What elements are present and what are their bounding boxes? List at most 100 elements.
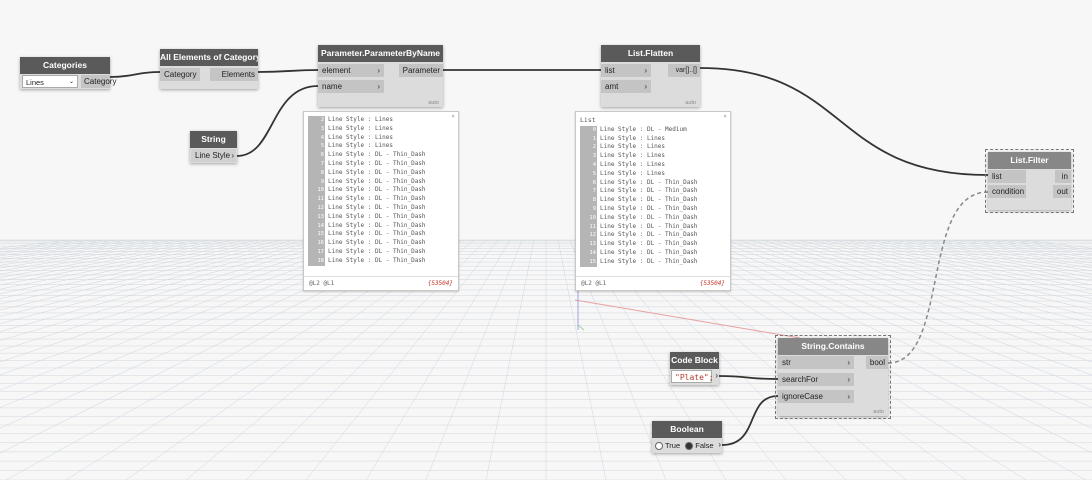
list-header: List [580, 116, 596, 124]
code-block-node[interactable]: Code Block "Plate"; › [670, 352, 719, 385]
list-item[interactable]: 5 Line Style : Lines [308, 142, 452, 152]
output-port-out[interactable]: out [1053, 185, 1071, 198]
list-item[interactable]: 0 Line Style : DL - Medium [580, 125, 724, 135]
list-value: Line Style : DL - Thin_Dash [328, 212, 426, 220]
lacing-label: auto [428, 100, 439, 106]
output-port-parameter[interactable]: Parameter [399, 64, 443, 77]
node-title: List.Flatten [601, 45, 700, 62]
list-index: 14 [580, 248, 597, 258]
input-port-name[interactable]: name › [318, 80, 384, 93]
categories-node[interactable]: Categories Lines ⌄ Category [20, 57, 116, 89]
output-port-category[interactable]: Category [81, 75, 116, 88]
output-port-in[interactable]: in [1055, 170, 1071, 183]
list-item[interactable]: 16 Line Style : DL - Thin_Dash [308, 239, 452, 248]
list-item[interactable]: 11 Line Style : DL - Thin_Dash [580, 222, 724, 232]
input-port-amt[interactable]: amt › [601, 80, 651, 93]
list-index: 15 [580, 257, 597, 267]
input-port-ignorecase[interactable]: ignoreCase › [778, 390, 854, 403]
list-value: Line Style : Lines [328, 142, 394, 150]
wire-bool-to-condition[interactable] [887, 191, 989, 364]
input-port-str[interactable]: str › [778, 356, 854, 369]
list-item[interactable]: 10 Line Style : DL - Thin_Dash [580, 213, 724, 223]
string-node[interactable]: String Line Style › [190, 131, 237, 163]
workspace-canvas[interactable]: Categories Lines ⌄ Category All Elements… [0, 0, 1092, 480]
list-item[interactable]: 14 Line Style : DL - Thin_Dash [580, 248, 724, 258]
string-value: Line Style [195, 151, 231, 160]
wire-codeblock-to-searchfor[interactable] [718, 375, 779, 380]
list-item[interactable]: 4 Line Style : Lines [580, 160, 724, 170]
list-item[interactable]: 1 Line Style : Lines [580, 134, 724, 144]
list-value: Line Style : DL - Thin_Dash [328, 239, 426, 247]
port-label: bool [869, 358, 885, 367]
wire-elements-to-parambyname[interactable] [257, 69, 319, 73]
string-value-field[interactable]: Line Style › [191, 149, 236, 162]
list-levels[interactable]: @L2 @L1 [581, 280, 606, 287]
output-port-bool[interactable]: bool [866, 356, 888, 369]
input-port-element[interactable]: element › [318, 64, 384, 77]
string-contains-node[interactable]: String.Contains str › searchFor › ignore… [775, 335, 891, 419]
chevron-right-icon: › [377, 82, 380, 91]
list-flatten-node[interactable]: List.Flatten list › amt › var[]..[] auto [601, 45, 700, 107]
list-item[interactable]: 6 Line Style : DL - Thin_Dash [308, 151, 452, 160]
list-item[interactable]: 15 Line Style : DL - Thin_Dash [308, 230, 452, 240]
list-item[interactable]: 5 Line Style : Lines [580, 169, 724, 179]
list-item[interactable]: 17 Line Style : DL - Thin_Dash [308, 247, 452, 257]
list-item[interactable]: 2 Line Style : Lines [308, 116, 452, 125]
lacing-label: auto [685, 100, 696, 106]
preview-footer: @L2 @L1 {53504} [304, 276, 458, 290]
list-item[interactable]: 3 Line Style : Lines [308, 124, 452, 134]
list-item[interactable]: 12 Line Style : DL - Thin_Dash [308, 203, 452, 213]
list-item[interactable]: 12 Line Style : DL - Thin_Dash [580, 231, 724, 241]
radio-false[interactable]: False [685, 441, 714, 451]
code-block-editor[interactable]: "Plate"; [671, 370, 714, 383]
list-value: Line Style : DL - Thin_Dash [600, 213, 698, 221]
list-item[interactable]: 4 Line Style : Lines [308, 133, 452, 143]
output-port-elements[interactable]: Elements [210, 68, 258, 81]
parameter-by-name-node[interactable]: Parameter.ParameterByName element › name… [318, 45, 443, 107]
flatten-preview-bubble[interactable]: × List 0 Line Style : DL - Medium 1 Line Sty… [575, 111, 731, 291]
list-item[interactable]: 7 Line Style : DL - Thin_Dash [580, 187, 724, 197]
list-item[interactable]: 18 Line Style : DL - Thin_Dash [308, 256, 452, 266]
list-item[interactable]: 7 Line Style : DL - Thin_Dash [308, 159, 452, 169]
list-item[interactable]: 3 Line Style : Lines [580, 152, 724, 161]
list-item[interactable]: 6 Line Style : DL - Thin_Dash [580, 178, 724, 188]
list-filter-node[interactable]: List.Filter list condition in out [985, 149, 1074, 213]
input-port-list[interactable]: list › [601, 64, 651, 77]
parameter-preview-bubble[interactable]: × 2 Line Style : Lines 3 Line Style : Lines… [303, 111, 459, 291]
list-value: Line Style : DL - Thin_Dash [328, 159, 426, 167]
list-index: 15 [308, 230, 325, 240]
all-elements-of-category-node[interactable]: All Elements of Category Category Elemen… [160, 49, 258, 89]
list-index: 5 [308, 142, 325, 152]
radio-true[interactable]: True [655, 441, 680, 451]
list-index: 18 [308, 256, 325, 266]
list-item[interactable]: 10 Line Style : DL - Thin_Dash [308, 186, 452, 196]
list-item[interactable]: 8 Line Style : DL - Thin_Dash [580, 196, 724, 205]
list-value: Line Style : Lines [328, 116, 394, 123]
input-port-searchfor[interactable]: searchFor › [778, 373, 854, 386]
list-item[interactable]: 8 Line Style : DL - Thin_Dash [308, 168, 452, 178]
list-index: 2 [308, 116, 325, 125]
list-value: Line Style : DL - Thin_Dash [600, 248, 698, 256]
output-port-var[interactable]: var[]..[] [668, 64, 700, 77]
list-item[interactable]: 13 Line Style : DL - Thin_Dash [580, 240, 724, 249]
input-port-condition[interactable]: condition [988, 185, 1026, 198]
list-levels[interactable]: @L2 @L1 [309, 280, 334, 287]
wire-boolean-to-ignorecase[interactable] [721, 395, 779, 446]
list-item[interactable]: 14 Line Style : DL - Thin_Dash [308, 221, 452, 231]
wire-flatten-to-filter[interactable] [699, 67, 989, 176]
wire-category-to-allelements[interactable] [109, 71, 161, 78]
input-port-list[interactable]: list [988, 170, 1026, 183]
list-index: 13 [308, 212, 325, 222]
list-item[interactable]: 15 Line Style : DL - Thin_Dash [580, 257, 724, 267]
port-label: Category [84, 77, 117, 86]
chevron-down-icon: ⌄ [68, 79, 74, 85]
list-item[interactable]: 11 Line Style : DL - Thin_Dash [308, 195, 452, 204]
category-dropdown[interactable]: Lines ⌄ [22, 75, 78, 88]
list-item[interactable]: 9 Line Style : DL - Thin_Dash [580, 204, 724, 214]
list-item[interactable]: 9 Line Style : DL - Thin_Dash [308, 177, 452, 187]
list-value: Line Style : Lines [600, 143, 666, 151]
boolean-node[interactable]: Boolean True False › [652, 421, 722, 453]
input-port-category[interactable]: Category [160, 68, 200, 81]
list-item[interactable]: 13 Line Style : DL - Thin_Dash [308, 212, 452, 222]
list-item[interactable]: 2 Line Style : Lines [580, 143, 724, 153]
